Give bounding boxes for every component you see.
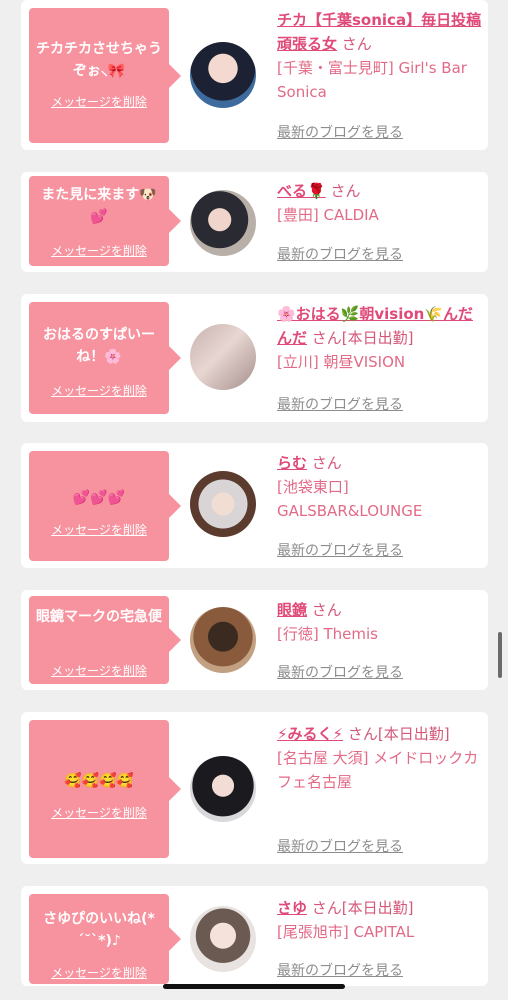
- san-suffix: さん[本日出勤]: [311, 899, 414, 917]
- shop-info: [池袋東口] GALSBAR&LOUNGE: [277, 478, 423, 520]
- delete-message-link[interactable]: メッセージを削除: [29, 804, 169, 821]
- shop-info: [豊田] CALDIA: [277, 206, 379, 224]
- avatar[interactable]: [190, 324, 256, 390]
- delete-message-link[interactable]: メッセージを削除: [29, 662, 169, 679]
- latest-blog-link[interactable]: 最新のブログを見る: [277, 394, 403, 414]
- message-bubble: さゆぴのいいね(*´˘`*)♪ メッセージを削除: [29, 894, 181, 984]
- girl-name-link[interactable]: 眼鏡: [277, 601, 307, 619]
- delete-message-link[interactable]: メッセージを削除: [29, 382, 169, 399]
- home-indicator[interactable]: [163, 984, 345, 989]
- message-text: チカチカさせちゃうぞぉ⸜🎀: [36, 41, 162, 79]
- message-card: 💕💕💕 メッセージを削除 らむ さん [池袋東口] GALSBAR&LOUNGE…: [21, 443, 488, 568]
- girl-name-link[interactable]: さゆ: [277, 899, 307, 917]
- san-suffix: さん[本日出勤]: [347, 725, 450, 743]
- girl-info: さゆ さん[本日出勤] [尾張旭市] CAPITAL: [277, 896, 483, 944]
- message-text: おはるのすぱいーね！🌸: [43, 327, 155, 365]
- message-bubble: 💕💕💕 メッセージを削除: [29, 451, 181, 561]
- message-bubble: おはるのすぱいーね！🌸 メッセージを削除: [29, 302, 181, 414]
- avatar[interactable]: [190, 756, 256, 822]
- message-text: また見に来ます🐶💕: [41, 187, 157, 225]
- latest-blog-link[interactable]: 最新のブログを見る: [277, 244, 403, 264]
- message-card: 眼鏡マークの宅急便 メッセージを削除 眼鏡 さん [行徳] Themis 最新の…: [21, 590, 488, 690]
- girl-info: 🌸おはる🌿朝vision🌾んだんだ さん[本日出勤] [立川] 朝昼VISION: [277, 302, 483, 374]
- latest-blog-link[interactable]: 最新のブログを見る: [277, 960, 403, 980]
- avatar[interactable]: [190, 607, 256, 673]
- message-bubble: チカチカさせちゃうぞぉ⸜🎀 メッセージを削除: [29, 8, 181, 143]
- latest-blog-link[interactable]: 最新のブログを見る: [277, 122, 403, 142]
- girl-info: ⚡みるく⚡ さん[本日出勤] [名古屋 大須] メイドロックカフェ名古屋: [277, 722, 483, 794]
- san-suffix: さん[本日出勤]: [311, 329, 414, 347]
- shop-info: [尾張旭市] CAPITAL: [277, 923, 415, 941]
- message-text: 🥰🥰🥰🥰: [64, 773, 134, 789]
- message-bubble: また見に来ます🐶💕 メッセージを削除: [29, 176, 181, 266]
- message-bubble: 眼鏡マークの宅急便 メッセージを削除: [29, 596, 181, 684]
- scrollbar[interactable]: [498, 632, 502, 678]
- girl-name-link[interactable]: チカ【千葉sonica】毎日投稿頑張る女: [277, 11, 481, 53]
- delete-message-link[interactable]: メッセージを削除: [29, 242, 169, 259]
- girl-info: べる🌹 さん [豊田] CALDIA: [277, 179, 483, 227]
- girl-name-link[interactable]: らむ: [277, 454, 307, 472]
- message-text: 💕💕💕: [72, 490, 126, 506]
- latest-blog-link[interactable]: 最新のブログを見る: [277, 662, 403, 682]
- shop-info: [立川] 朝昼VISION: [277, 353, 406, 371]
- san-suffix: さん: [341, 35, 372, 53]
- avatar[interactable]: [190, 190, 256, 256]
- message-card: おはるのすぱいーね！🌸 メッセージを削除 🌸おはる🌿朝vision🌾んだんだ さ…: [21, 294, 488, 422]
- shop-info: [千葉・富士見町] Girl's Bar Sonica: [277, 59, 467, 101]
- message-bubble: 🥰🥰🥰🥰 メッセージを削除: [29, 720, 181, 858]
- girl-info: らむ さん [池袋東口] GALSBAR&LOUNGE: [277, 451, 483, 523]
- latest-blog-link[interactable]: 最新のブログを見る: [277, 836, 403, 856]
- message-text: さゆぴのいいね(*´˘`*)♪: [43, 911, 155, 949]
- message-text: 眼鏡マークの宅急便: [36, 609, 162, 625]
- delete-message-link[interactable]: メッセージを削除: [29, 521, 169, 538]
- latest-blog-link[interactable]: 最新のブログを見る: [277, 540, 403, 560]
- avatar[interactable]: [190, 471, 256, 537]
- san-suffix: さん: [311, 601, 342, 619]
- girl-name-link[interactable]: ⚡みるく⚡: [277, 725, 343, 743]
- girl-info: チカ【千葉sonica】毎日投稿頑張る女 さん [千葉・富士見町] Girl's…: [277, 8, 483, 104]
- girl-name-link[interactable]: べる🌹: [277, 182, 326, 200]
- san-suffix: さん: [330, 182, 361, 200]
- girl-info: 眼鏡 さん [行徳] Themis: [277, 598, 483, 646]
- message-card: 🥰🥰🥰🥰 メッセージを削除 ⚡みるく⚡ さん[本日出勤] [名古屋 大須] メイ…: [21, 712, 488, 864]
- avatar[interactable]: [190, 42, 256, 108]
- delete-message-link[interactable]: メッセージを削除: [29, 964, 169, 981]
- message-card: さゆぴのいいね(*´˘`*)♪ メッセージを削除 さゆ さん[本日出勤] [尾張…: [21, 886, 488, 986]
- message-card: また見に来ます🐶💕 メッセージを削除 べる🌹 さん [豊田] CALDIA 最新…: [21, 172, 488, 272]
- message-card: チカチカさせちゃうぞぉ⸜🎀 メッセージを削除 チカ【千葉sonica】毎日投稿頑…: [21, 0, 488, 150]
- san-suffix: さん: [311, 454, 342, 472]
- shop-info: [行徳] Themis: [277, 625, 378, 643]
- avatar[interactable]: [190, 906, 256, 972]
- shop-info: [名古屋 大須] メイドロックカフェ名古屋: [277, 749, 479, 791]
- delete-message-link[interactable]: メッセージを削除: [29, 93, 169, 110]
